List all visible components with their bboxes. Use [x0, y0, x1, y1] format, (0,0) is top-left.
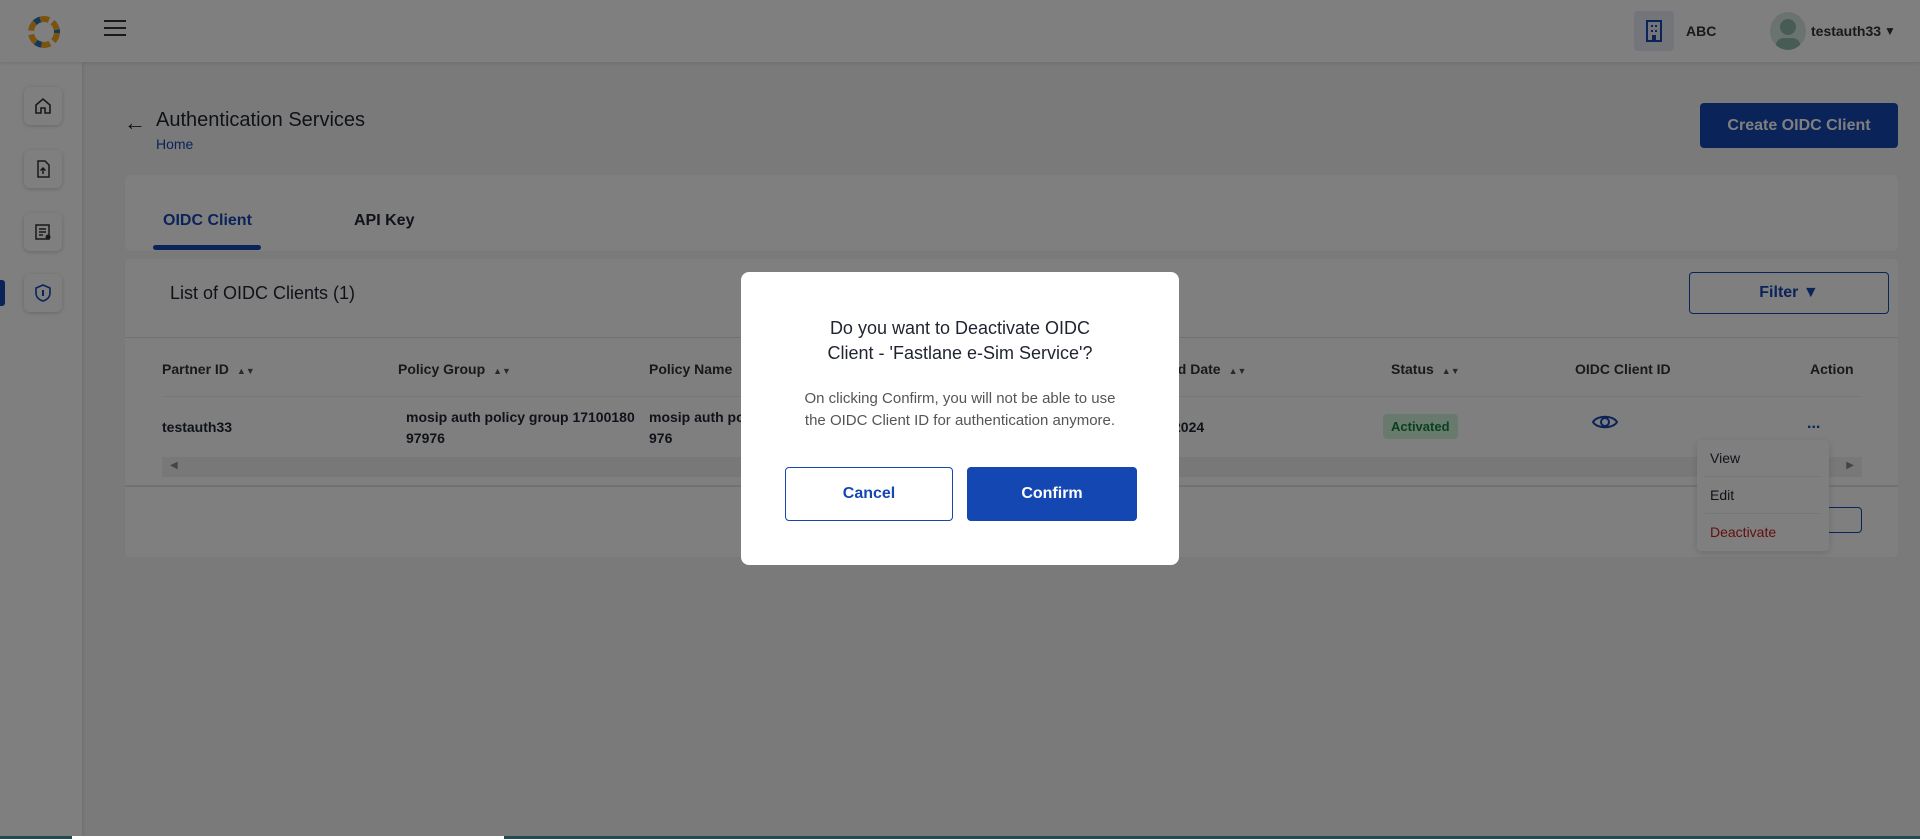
- dialog-message: On clicking Confirm, you will not be abl…: [804, 390, 1116, 429]
- deactivate-confirm-dialog: Do you want to Deactivate OIDC Client - …: [741, 272, 1179, 565]
- confirm-button[interactable]: Confirm: [967, 467, 1137, 521]
- cancel-button[interactable]: Cancel: [785, 467, 953, 521]
- dialog-title: Do you want to Deactivate OIDC Client - …: [827, 318, 1093, 363]
